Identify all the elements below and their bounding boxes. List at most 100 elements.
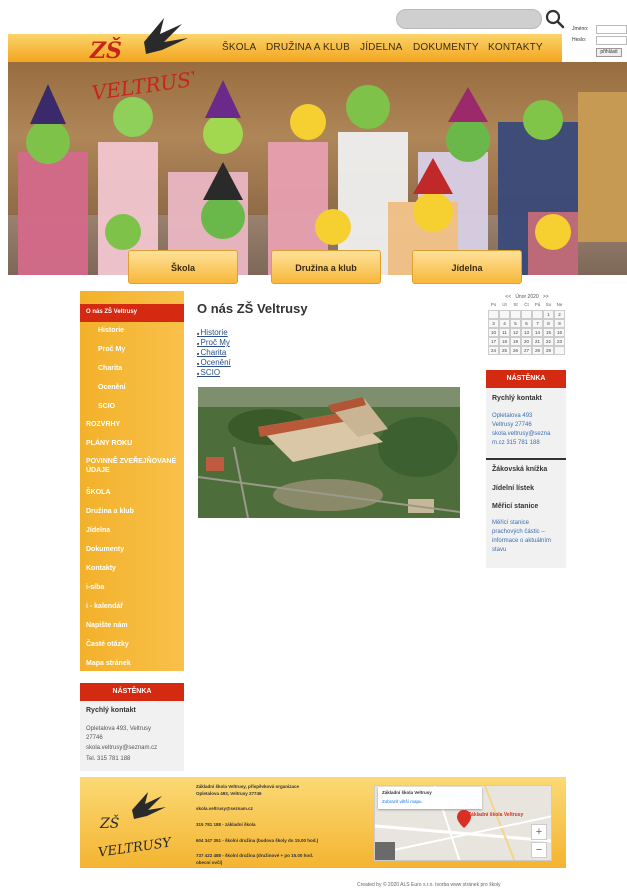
sidebar-item-skola[interactable]: ŠKOLA bbox=[86, 489, 186, 496]
calendar-prev[interactable]: << bbox=[505, 294, 511, 300]
search-input[interactable] bbox=[396, 9, 542, 29]
calendar-day[interactable]: 16 bbox=[554, 328, 565, 337]
calendar-day bbox=[488, 310, 499, 319]
sidebar-item-charita[interactable]: Charita bbox=[98, 365, 198, 372]
map-pin-label: Základní škola Veltrusy bbox=[468, 812, 524, 818]
school-logo[interactable]: ZŠ VELTRUSY bbox=[86, 10, 194, 106]
calendar-day[interactable]: 13 bbox=[521, 328, 532, 337]
link-charita[interactable]: Charita bbox=[197, 348, 227, 357]
link-scio[interactable]: SCIO bbox=[197, 368, 221, 377]
login-button[interactable]: přihlásit bbox=[596, 48, 622, 57]
sidebar-item-rozvrhy[interactable]: ROZVRHY bbox=[86, 421, 186, 428]
calendar-day[interactable]: 23 bbox=[554, 337, 565, 346]
footer-line: Základní škola Veltrusy, příspěvková org… bbox=[196, 784, 299, 789]
login-name-label: Jméno: bbox=[572, 26, 589, 32]
map-zoom-in-button[interactable]: + bbox=[531, 824, 547, 840]
calendar-day[interactable]: 25 bbox=[499, 346, 510, 355]
sidebar-item-caste-otazky[interactable]: Časté otázky bbox=[86, 641, 186, 648]
nav-jidelna[interactable]: JÍDELNA bbox=[360, 42, 403, 53]
sidebar-item-kalendar[interactable]: i - kalendář bbox=[86, 603, 186, 610]
calendar-next[interactable]: >> bbox=[543, 294, 549, 300]
search-icon[interactable] bbox=[545, 9, 565, 29]
login-pass-field[interactable] bbox=[596, 36, 627, 45]
right-station-line[interactable]: prachových částic – bbox=[492, 528, 566, 537]
sidebar-item-scio[interactable]: SCIO bbox=[98, 403, 198, 410]
right-link-merici[interactable]: Měřicí stanice bbox=[492, 503, 538, 510]
calendar-day[interactable]: 27 bbox=[521, 346, 532, 355]
right-link-zakovska[interactable]: Žákovská knížka bbox=[492, 466, 547, 473]
calendar-day[interactable]: 17 bbox=[488, 337, 499, 346]
right-contact-email[interactable]: skola.veltrusy@sezna bbox=[492, 430, 566, 439]
calendar-day[interactable]: 2 bbox=[554, 310, 565, 319]
calendar-day bbox=[510, 310, 521, 319]
calendar-day[interactable]: 29 bbox=[543, 346, 554, 355]
sidebar-item-druzina[interactable]: Družina a klub bbox=[86, 508, 186, 515]
nav-druzina[interactable]: DRUŽINA A KLUB bbox=[266, 42, 350, 53]
calendar-day[interactable]: 8 bbox=[543, 319, 554, 328]
link-historie[interactable]: Historie bbox=[197, 328, 228, 337]
calendar-day[interactable]: 20 bbox=[521, 337, 532, 346]
map-zoom-out-button[interactable]: − bbox=[531, 842, 547, 858]
calendar-day[interactable]: 28 bbox=[532, 346, 543, 355]
school-aerial-photo bbox=[198, 387, 460, 518]
sidebar-item-kontakty[interactable]: Kontakty bbox=[86, 565, 186, 572]
calendar-month: Únor 2020 bbox=[515, 294, 539, 300]
hero-tab-jidelna[interactable]: Jídelna bbox=[412, 250, 522, 284]
sidebar-notice-line: 27746 bbox=[86, 735, 103, 741]
calendar-day[interactable]: 24 bbox=[488, 346, 499, 355]
sidebar-item-o-nas[interactable]: O nás ZŠ Veltrusy bbox=[86, 309, 186, 315]
calendar-day[interactable]: 11 bbox=[499, 328, 510, 337]
calendar-day[interactable]: 1 bbox=[543, 310, 554, 319]
nav-skola[interactable]: ŠKOLA bbox=[222, 42, 256, 53]
svg-text:VELTRUSY: VELTRUSY bbox=[90, 65, 194, 105]
map-card-title: Základní škola Veltrusy bbox=[382, 790, 432, 795]
calendar-day-header: St bbox=[513, 302, 518, 307]
calendar-day-header: Pá bbox=[534, 302, 541, 307]
link-proc-my[interactable]: Proč My bbox=[197, 338, 230, 347]
login-name-field[interactable] bbox=[596, 25, 627, 34]
calendar-day[interactable]: 15 bbox=[543, 328, 554, 337]
calendar-day[interactable]: 12 bbox=[510, 328, 521, 337]
calendar-day[interactable]: 5 bbox=[510, 319, 521, 328]
sidebar-item-isiba[interactable]: i-síba bbox=[86, 584, 186, 591]
sidebar-item-mapa-stranek[interactable]: Mapa stránek bbox=[86, 660, 186, 667]
sidebar-item-proc-my[interactable]: Proč My bbox=[98, 346, 198, 353]
calendar-grid: Po Út St Čt Pá So Ne 1 2 3 4 5 6 7 8 9 10 11 12 13 14 15 16 17 1… bbox=[488, 302, 566, 355]
calendar-day-header: Čt bbox=[524, 302, 529, 307]
calendar-day[interactable]: 3 bbox=[488, 319, 499, 328]
sidebar-item-oceneni[interactable]: Ocenění bbox=[98, 384, 198, 391]
calendar-day[interactable]: 26 bbox=[510, 346, 521, 355]
copyright[interactable]: Created by © 2020 ALS Euro s.r.o. tvorba… bbox=[357, 882, 500, 888]
calendar-day[interactable]: 4 bbox=[499, 319, 510, 328]
link-oceneni[interactable]: Ocenění bbox=[197, 358, 231, 367]
footer-line: Opletalova 493, Veltrusy 27746 bbox=[196, 791, 262, 796]
right-link-jidelni[interactable]: Jídelní lístek bbox=[492, 485, 534, 492]
calendar-day[interactable]: 6 bbox=[521, 319, 532, 328]
calendar-day[interactable]: 21 bbox=[532, 337, 543, 346]
calendar-day[interactable]: 19 bbox=[510, 337, 521, 346]
hero-tab-druzina[interactable]: Družina a klub bbox=[271, 250, 381, 284]
calendar-day[interactable]: 7 bbox=[532, 319, 543, 328]
map-larger-link[interactable]: Zobrazit větší mapu bbox=[382, 799, 422, 804]
right-station-line[interactable]: informace o aktuálním bbox=[492, 537, 566, 546]
sidebar-item-povinne[interactable]: POVINNĚ ZVEŘEJŇOVANÉ ÚDAJE bbox=[86, 457, 182, 475]
right-station-line[interactable]: stavu bbox=[492, 546, 566, 555]
sidebar-item-napiste[interactable]: Napište nám bbox=[86, 622, 186, 629]
hero-tab-skola[interactable]: Škola bbox=[128, 250, 238, 284]
sidebar-item-plany-roku[interactable]: PLÁNY ROKU bbox=[86, 440, 186, 447]
calendar-day[interactable]: 10 bbox=[488, 328, 499, 337]
footer-email[interactable]: skola.veltrusy@seznam.cz bbox=[196, 806, 253, 811]
nav-dokumenty[interactable]: DOKUMENTY bbox=[413, 42, 479, 53]
sidebar-notice-email[interactable]: skola.veltrusy@seznam.cz bbox=[86, 744, 157, 753]
calendar-day[interactable]: 22 bbox=[543, 337, 554, 346]
calendar-day[interactable]: 14 bbox=[532, 328, 543, 337]
nav-kontakty[interactable]: KONTAKTY bbox=[488, 42, 543, 53]
right-station-line[interactable]: Měřicí stanice bbox=[492, 519, 566, 528]
sidebar-item-jidelna[interactable]: Jídelna bbox=[86, 527, 186, 534]
calendar: << Únor 2020 >> Po Út St Čt Pá So Ne 1 2 3 4 5 6 7 8 9 1… bbox=[488, 294, 566, 355]
calendar-day[interactable]: 18 bbox=[499, 337, 510, 346]
calendar-day[interactable]: 9 bbox=[554, 319, 565, 328]
sidebar-item-historie[interactable]: Historie bbox=[98, 327, 198, 334]
sidebar-item-dokumenty[interactable]: Dokumenty bbox=[86, 546, 186, 553]
right-notice-title: NÁSTĚNKA bbox=[486, 370, 566, 388]
